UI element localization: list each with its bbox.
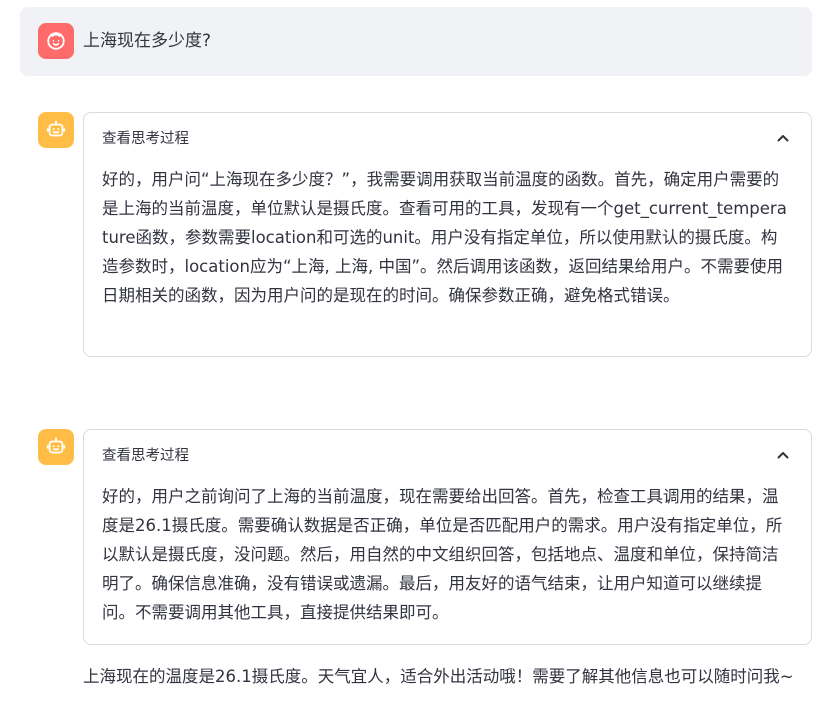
robot-icon (46, 120, 66, 137)
thinking-expander-2: 查看思考过程 好的，用户之前询问了上海的当前温度，现在需要给出回答。首先，检查工… (83, 429, 812, 645)
chevron-up-icon[interactable] (775, 130, 791, 146)
assistant-answer-text: 上海现在的温度是26.1摄氏度。天气宜人，适合外出活动哦！需要了解其他信息也可以… (83, 667, 794, 686)
user-face-icon (47, 32, 65, 50)
assistant-avatar (38, 112, 74, 148)
chevron-up-icon[interactable] (775, 447, 791, 463)
robot-icon (46, 437, 66, 454)
thinking-expander-1: 查看思考过程 好的，用户问“上海现在多少度？”，我需要调用获取当前温度的函数。首… (83, 112, 812, 357)
user-avatar (38, 23, 74, 59)
user-message-row: 上海现在多少度? (20, 7, 812, 76)
user-message-text: 上海现在多少度? (83, 31, 212, 51)
expander-header[interactable]: 查看思考过程 (102, 129, 189, 149)
expander-header[interactable]: 查看思考过程 (102, 446, 189, 466)
thinking-text: 好的，用户之前询问了上海的当前温度，现在需要给出回答。首先，检查工具调用的结果，… (102, 487, 783, 622)
thinking-text: 好的，用户问“上海现在多少度？”，我需要调用获取当前温度的函数。首先，确定用户需… (102, 170, 787, 305)
assistant-avatar (38, 429, 74, 465)
